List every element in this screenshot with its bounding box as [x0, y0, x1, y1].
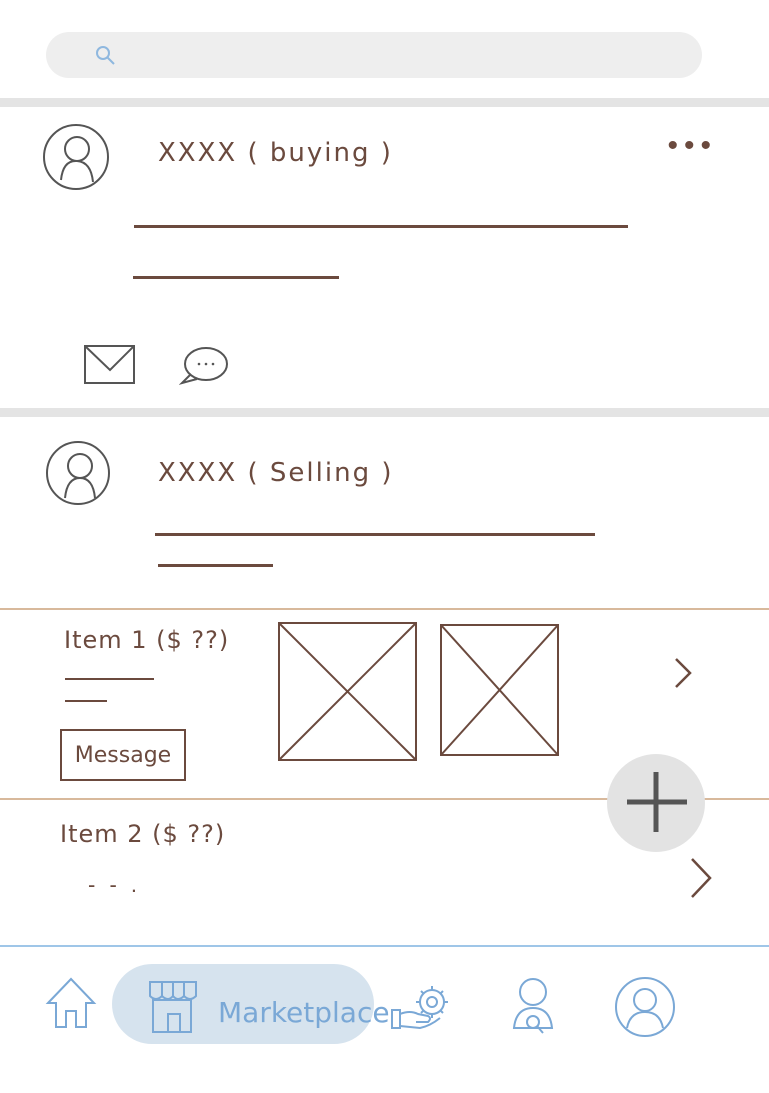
chevron-right-icon[interactable] — [672, 656, 694, 690]
nav-marketplace-label: Marketplace — [218, 996, 390, 1029]
mail-icon[interactable] — [84, 345, 136, 385]
item-title: Item 2 ($ ??) — [60, 820, 226, 848]
text-line — [65, 678, 154, 680]
section-divider — [0, 408, 769, 417]
text-line — [133, 276, 339, 279]
image-placeholder-icon[interactable] — [278, 622, 418, 762]
hand-gear-icon[interactable] — [390, 982, 454, 1034]
avatar-icon[interactable] — [41, 122, 111, 192]
post-title: XXXX ( Selling ) — [158, 458, 394, 488]
avatar-icon[interactable] — [45, 438, 115, 508]
text-line — [65, 700, 107, 702]
add-button[interactable] — [607, 754, 705, 852]
chat-icon[interactable] — [179, 346, 229, 386]
section-divider — [0, 98, 769, 107]
profile-icon[interactable] — [614, 976, 676, 1038]
more-icon[interactable]: ••• — [667, 131, 717, 161]
plus-icon — [627, 772, 687, 832]
post-title: XXXX ( buying ) — [158, 138, 393, 168]
text-line — [134, 225, 628, 228]
text-line — [158, 564, 273, 567]
home-icon[interactable] — [44, 975, 98, 1031]
item-title: Item 1 ($ ??) — [64, 626, 230, 654]
item-description-ellipsis: - - . — [88, 872, 141, 897]
search-icon — [92, 42, 120, 70]
message-button[interactable]: Message — [60, 729, 186, 781]
person-search-icon[interactable] — [508, 976, 558, 1036]
item-separator — [0, 608, 769, 610]
search-bar[interactable] — [46, 32, 702, 78]
chevron-right-icon[interactable] — [688, 856, 714, 900]
text-line — [155, 533, 595, 536]
store-icon — [146, 978, 200, 1036]
image-placeholder-icon[interactable] — [440, 624, 560, 758]
